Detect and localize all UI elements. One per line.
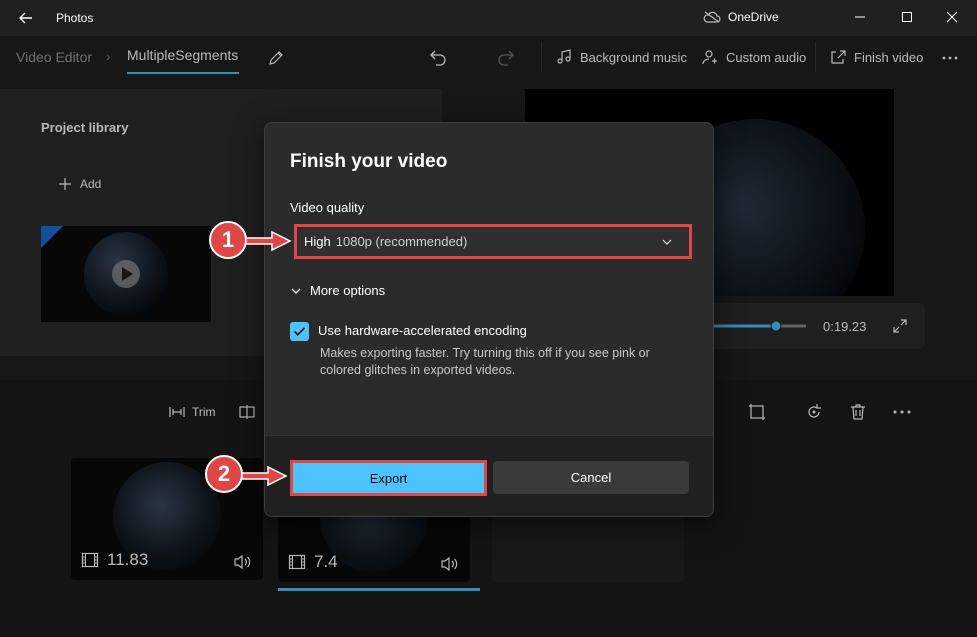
quality-value-detail: 1080p (recommended) [335, 234, 468, 249]
video-quality-label: Video quality [290, 200, 365, 215]
dialog-title: Finish your video [290, 151, 448, 172]
cancel-button[interactable]: Cancel [493, 461, 689, 494]
minimize-icon[interactable] [851, 8, 869, 26]
hw-encoding-description: Makes exporting faster. Try turning this… [320, 346, 650, 377]
onedrive-icon [703, 11, 721, 23]
callout-arrow-2 [242, 465, 288, 487]
chevron-down-icon [291, 288, 301, 294]
hw-encoding-label[interactable]: Use hardware-accelerated encoding [318, 323, 527, 338]
more-options-toggle[interactable]: More options [290, 283, 385, 298]
export-button[interactable]: Export [290, 460, 487, 496]
maximize-icon[interactable] [898, 8, 916, 26]
close-icon[interactable] [943, 8, 961, 26]
onedrive-status[interactable]: OneDrive [703, 10, 779, 24]
step-callout-2: 2 [205, 455, 243, 493]
quality-value-main: High [304, 234, 331, 249]
more-options-label: More options [310, 283, 386, 298]
chevron-down-icon [662, 239, 672, 245]
step-callout-1: 1 [209, 221, 247, 259]
onedrive-label: OneDrive [728, 10, 779, 24]
dialog-footer: Export Cancel [265, 435, 713, 516]
title-bar: Photos OneDrive [0, 0, 977, 36]
finish-video-dialog: Finish your video Video quality High 108… [264, 122, 714, 517]
back-arrow-icon[interactable] [18, 10, 34, 26]
checkmark-icon [293, 327, 306, 336]
app-title: Photos [56, 11, 94, 25]
video-quality-dropdown[interactable]: High 1080p (recommended) [294, 224, 692, 259]
hw-encoding-checkbox[interactable] [290, 322, 309, 341]
callout-arrow-1 [246, 230, 292, 252]
